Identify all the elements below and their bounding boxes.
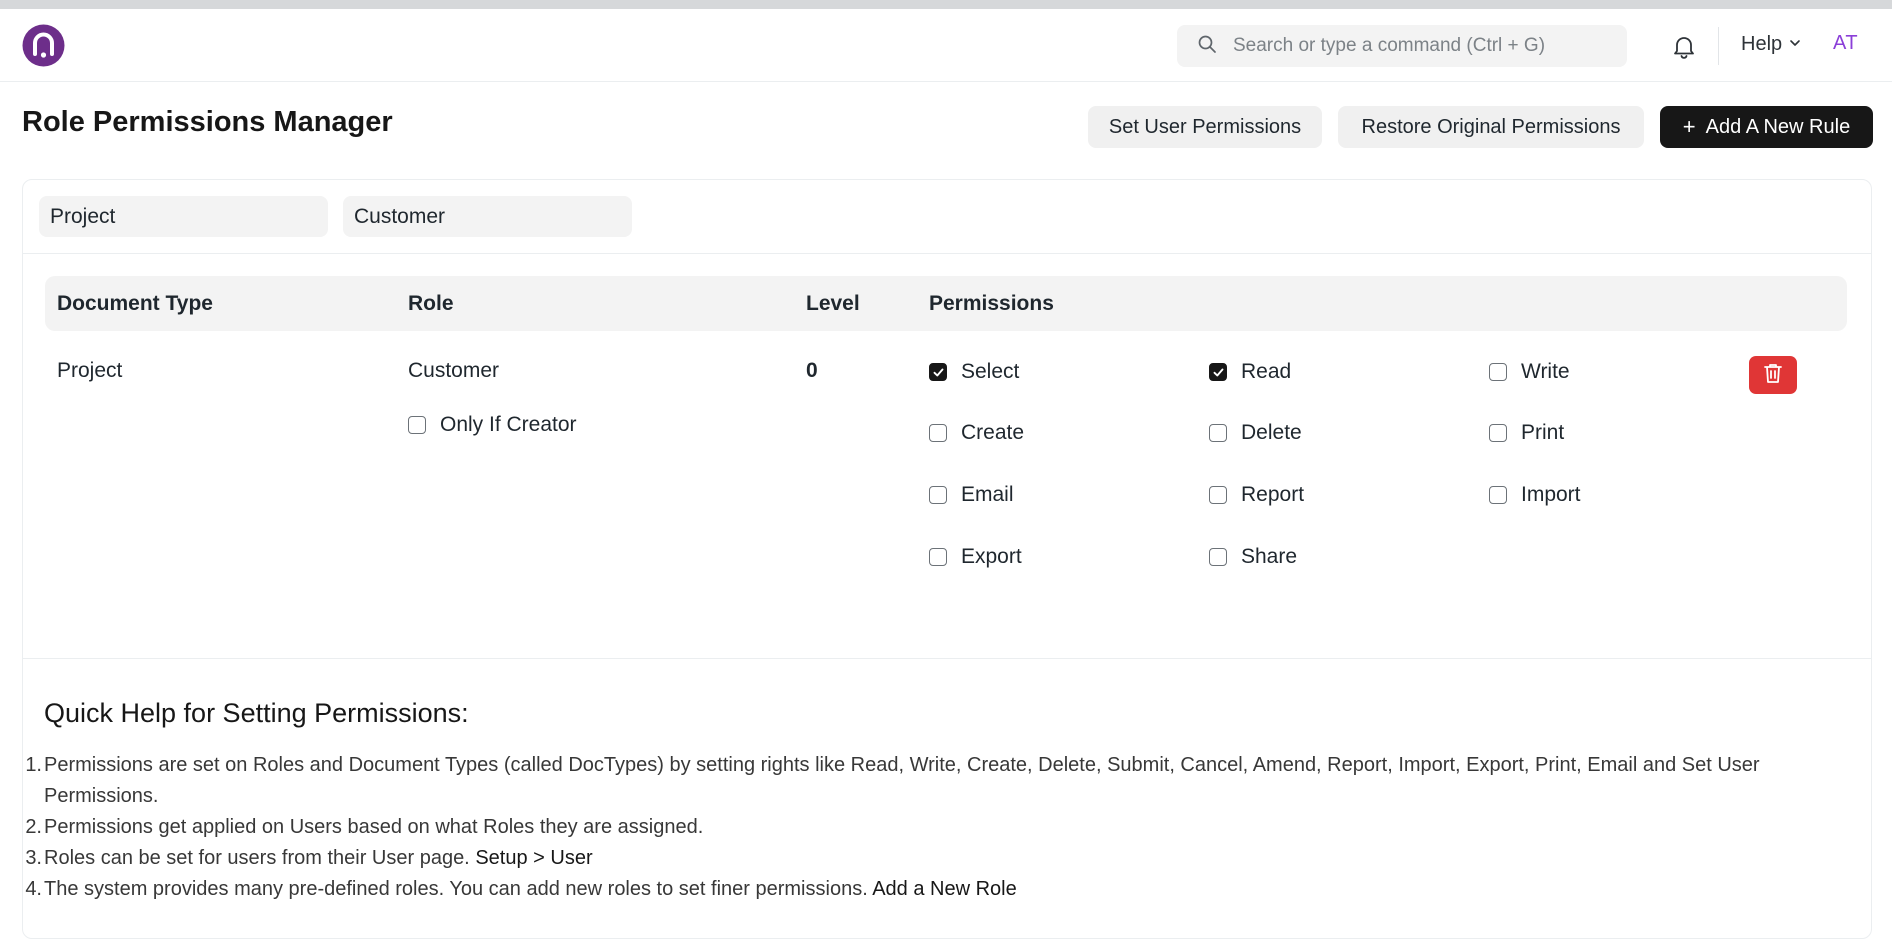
checkbox-label: Create <box>961 421 1025 444</box>
list-item-number: 4. <box>25 878 42 900</box>
help-label: Help <box>1741 33 1783 55</box>
checkbox-box[interactable] <box>1489 363 1507 381</box>
list-item-text: Permissions are set on Roles and Documen… <box>44 754 1760 807</box>
checkbox-label: Read <box>1241 360 1292 383</box>
checkbox-label: Write <box>1521 360 1570 383</box>
quick-help-title: Quick Help for Setting Permissions: <box>44 698 469 728</box>
row-role: Customer <box>408 359 500 382</box>
row-level: 0 <box>806 359 818 382</box>
app-logo-icon[interactable] <box>22 24 65 67</box>
header-permissions: Permissions <box>929 291 1054 315</box>
checkbox-label: Delete <box>1241 421 1302 444</box>
table-header: Document Type Role Level Permissions <box>45 276 1847 331</box>
permissions-card: Project Customer Document Type Role Leve… <box>22 179 1872 939</box>
add-new-role-link[interactable]: Add a New Role <box>872 878 1017 900</box>
search-input[interactable] <box>1231 34 1625 58</box>
list-item-text: Roles can be set for users from their Us… <box>44 847 476 869</box>
avatar[interactable]: AT <box>1833 32 1858 55</box>
permission-report-checkbox[interactable]: Report <box>1209 483 1304 507</box>
checkbox-box[interactable] <box>1209 548 1227 566</box>
checkbox-box[interactable] <box>1209 424 1227 442</box>
checkbox-label: Email <box>961 483 1014 506</box>
add-new-rule-button[interactable]: + Add A New Rule <box>1660 106 1873 148</box>
restore-original-permissions-button[interactable]: Restore Original Permissions <box>1338 106 1644 148</box>
navbar: Help AT <box>0 9 1892 82</box>
help-dropdown[interactable]: Help <box>1741 33 1802 56</box>
document-type-filter[interactable]: Project <box>39 196 328 237</box>
checkbox-box[interactable] <box>1209 363 1227 381</box>
delete-rule-button[interactable] <box>1749 356 1797 394</box>
list-item: 3. Roles can be set for users from their… <box>25 843 1844 874</box>
checkbox-label: Import <box>1521 483 1581 506</box>
list-item: 1. Permissions are set on Roles and Docu… <box>25 750 1844 812</box>
search-bar[interactable] <box>1177 25 1627 67</box>
permission-email-checkbox[interactable]: Email <box>929 483 1014 507</box>
trash-icon <box>1761 361 1785 390</box>
list-item-number: 3. <box>25 847 42 869</box>
permission-share-checkbox[interactable]: Share <box>1209 545 1297 569</box>
header-document-type: Document Type <box>57 291 213 315</box>
add-new-rule-label: Add A New Rule <box>1705 115 1851 138</box>
permission-import-checkbox[interactable]: Import <box>1489 483 1581 507</box>
checkbox-box[interactable] <box>929 363 947 381</box>
filter-bar: Project Customer <box>23 180 1871 254</box>
list-item-number: 1. <box>25 754 42 776</box>
checkbox-label: Report <box>1241 483 1305 506</box>
bell-icon[interactable] <box>1670 32 1698 60</box>
list-item: 4. The system provides many pre-defined … <box>25 874 1844 905</box>
checkbox-box[interactable] <box>1489 424 1507 442</box>
permission-create-checkbox[interactable]: Create <box>929 421 1024 445</box>
checkbox-label: Only If Creator <box>440 413 577 436</box>
permission-select-checkbox[interactable]: Select <box>929 360 1019 384</box>
permission-write-checkbox[interactable]: Write <box>1489 360 1570 384</box>
only-if-creator-checkbox[interactable]: Only If Creator <box>408 413 577 437</box>
navbar-divider <box>1718 27 1719 65</box>
permission-read-checkbox[interactable]: Read <box>1209 360 1291 384</box>
search-icon <box>1197 34 1217 59</box>
permission-export-checkbox[interactable]: Export <box>929 545 1022 569</box>
header-role: Role <box>408 291 454 315</box>
page-title: Role Permissions Manager <box>22 106 393 138</box>
header-level: Level <box>806 291 860 315</box>
browser-top-strip <box>0 0 1892 9</box>
checkbox-box[interactable] <box>1209 486 1227 504</box>
checkbox-box[interactable] <box>929 486 947 504</box>
plus-icon: + <box>1682 114 1696 139</box>
checkbox-label: Export <box>961 545 1022 568</box>
checkbox-box[interactable] <box>929 424 947 442</box>
checkbox-label: Print <box>1521 421 1565 444</box>
quick-help-list: 1. Permissions are set on Roles and Docu… <box>25 750 1844 905</box>
section-divider <box>23 658 1871 659</box>
role-filter[interactable]: Customer <box>343 196 632 237</box>
list-item: 2. Permissions get applied on Users base… <box>25 812 1844 843</box>
checkbox-box[interactable] <box>929 548 947 566</box>
list-item-text: The system provides many pre-defined rol… <box>44 878 873 900</box>
set-user-permissions-button[interactable]: Set User Permissions <box>1088 106 1322 148</box>
list-item-text: Permissions get applied on Users based o… <box>44 816 704 838</box>
permission-print-checkbox[interactable]: Print <box>1489 421 1564 445</box>
checkbox-box[interactable] <box>1489 486 1507 504</box>
row-document-type: Project <box>57 359 123 382</box>
list-item-number: 2. <box>25 816 42 838</box>
checkbox-label: Share <box>1241 545 1298 568</box>
checkbox-label: Select <box>961 360 1020 383</box>
permission-delete-checkbox[interactable]: Delete <box>1209 421 1302 445</box>
setup-user-link[interactable]: Setup > User <box>475 847 592 869</box>
checkbox-box[interactable] <box>408 416 426 434</box>
chevron-down-icon <box>1788 33 1802 56</box>
